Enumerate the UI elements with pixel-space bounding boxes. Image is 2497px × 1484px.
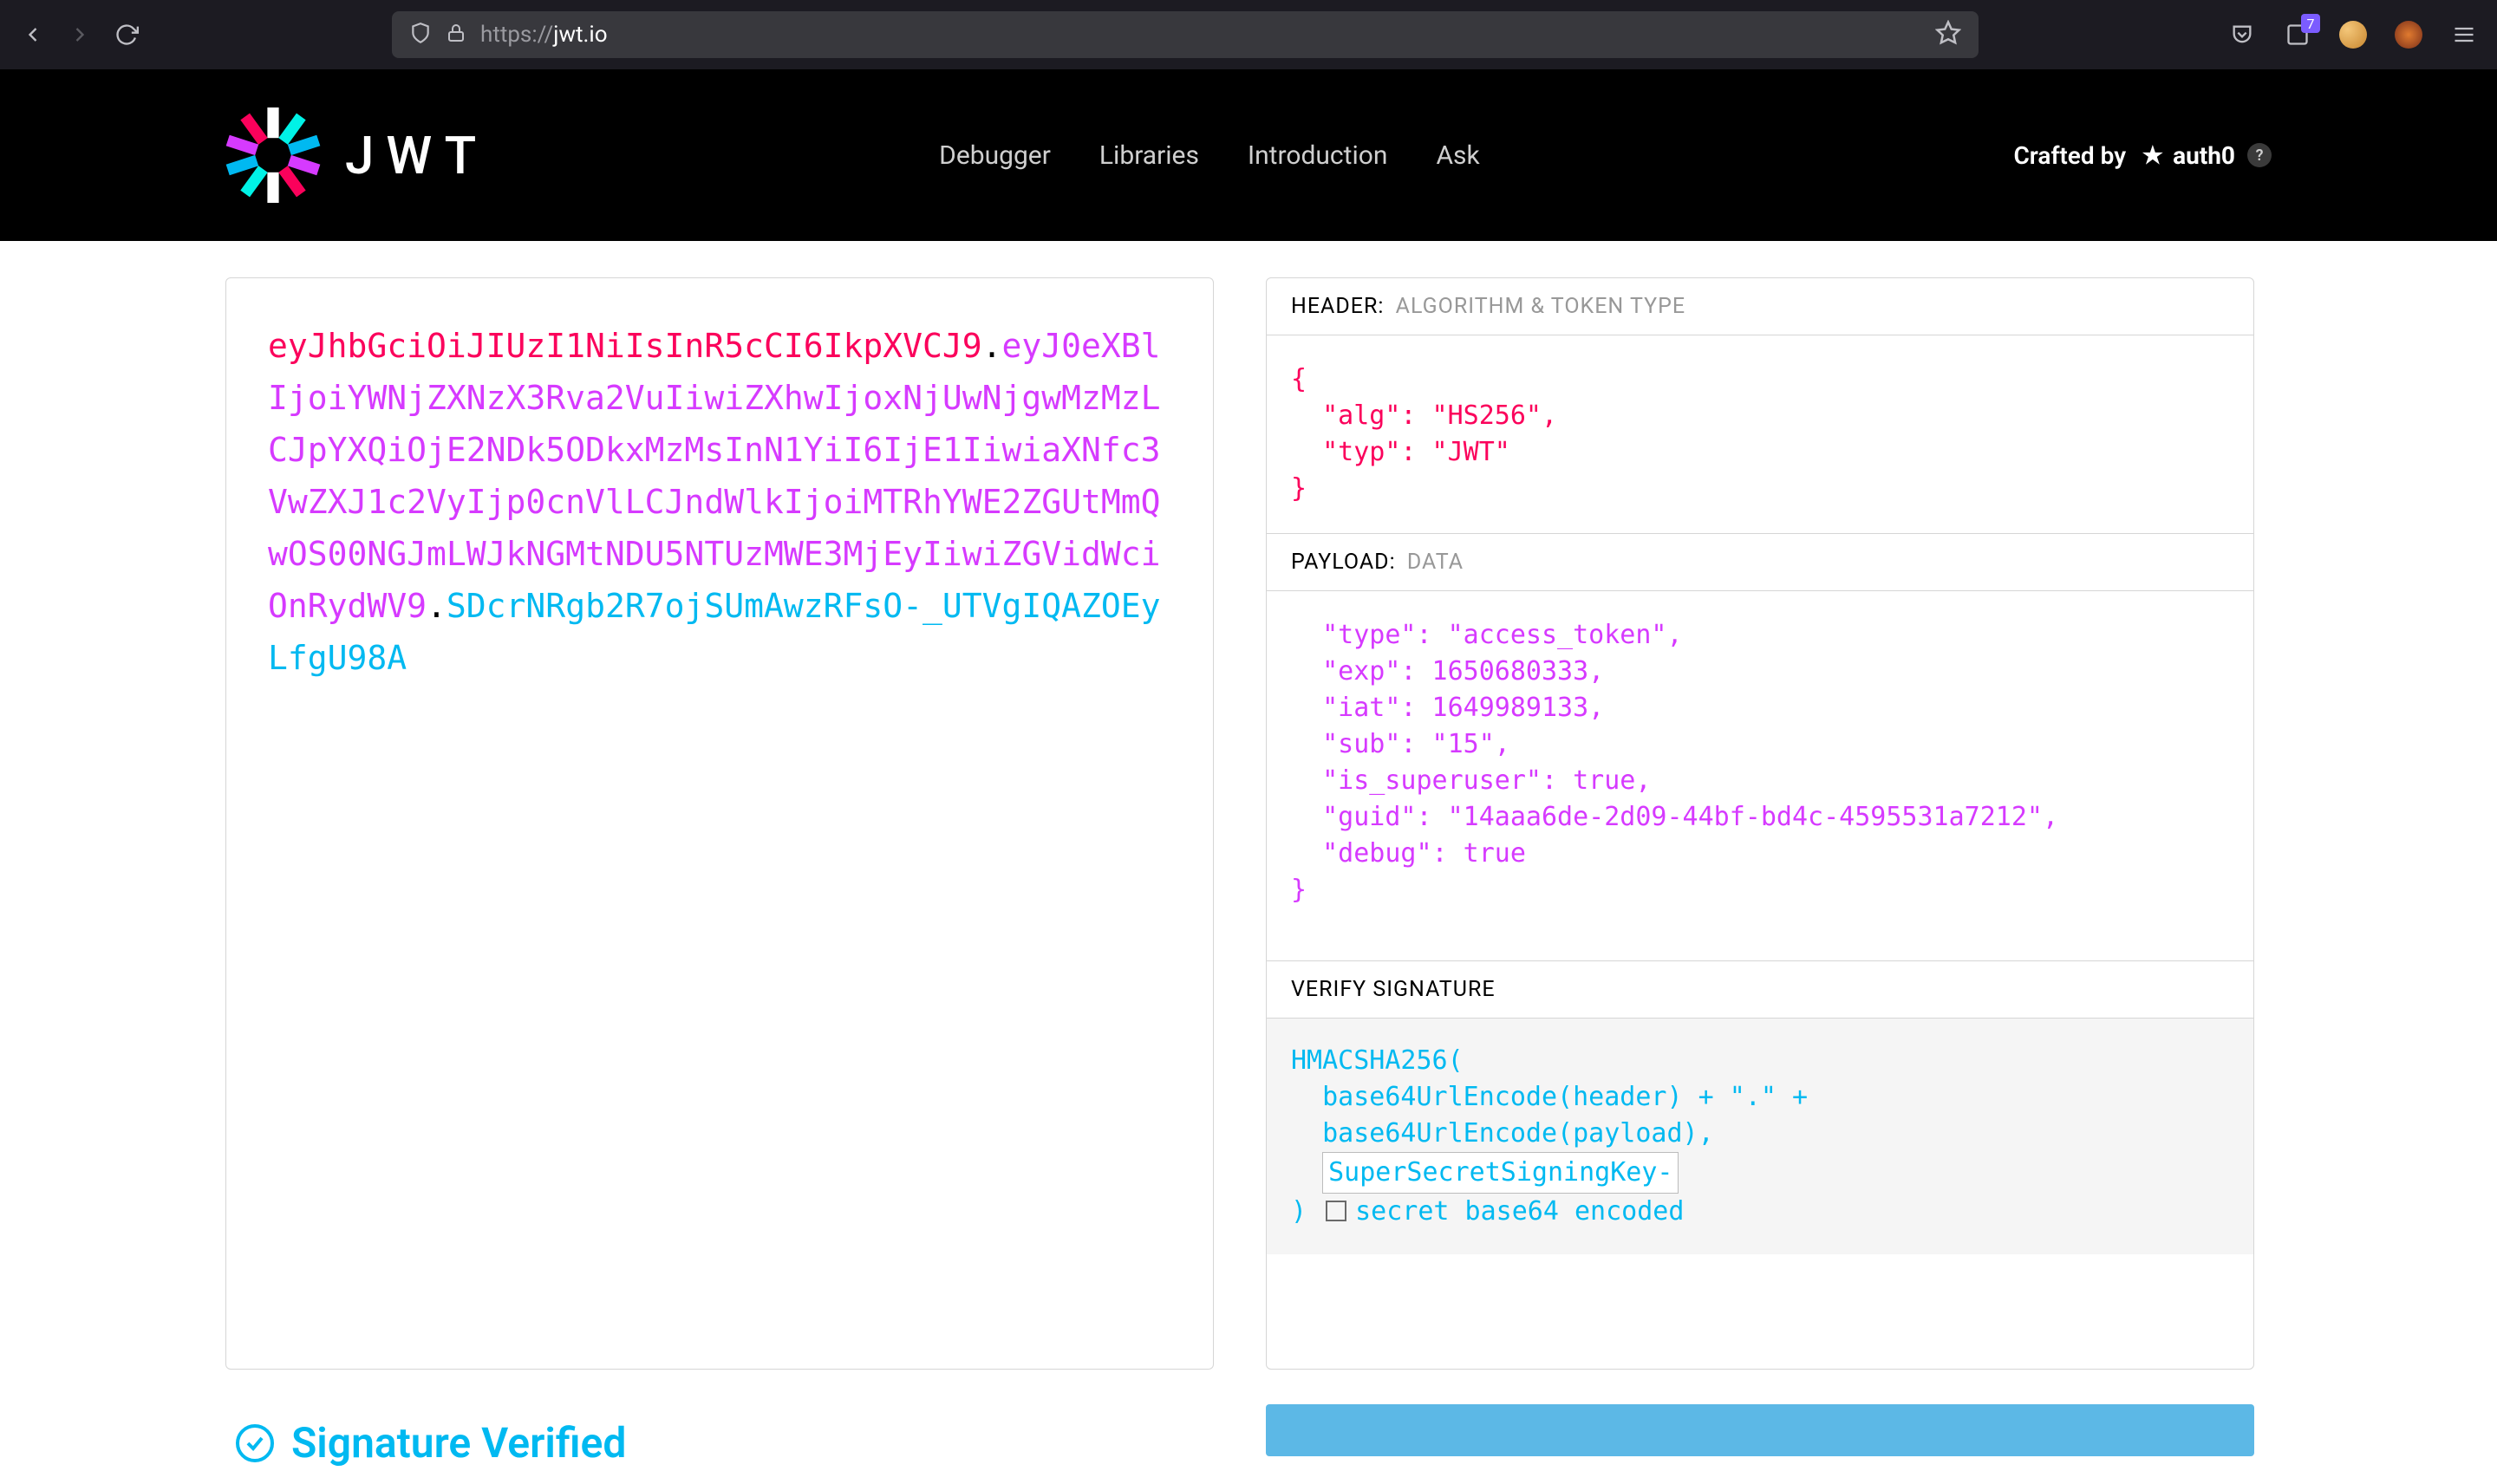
lock-icon — [446, 23, 466, 47]
token-payload-segment: eyJ0eXBlIjoiYWNjZXNzX3Rva2VuIiwiZXhwIjox… — [268, 327, 1161, 625]
nav-ask[interactable]: Ask — [1436, 140, 1479, 171]
reload-button[interactable] — [111, 19, 142, 50]
crafted-by-label: Crafted by — [2014, 141, 2127, 170]
decoded-payload-json[interactable]: "type": "access_token", "exp": 165068033… — [1267, 591, 2253, 961]
extensions-icon[interactable]: 7 — [2282, 19, 2313, 50]
jwt-logo-text: JWT — [345, 125, 488, 186]
payload-section-title: PAYLOAD: DATA — [1267, 534, 2253, 591]
share-jwt-button[interactable] — [1266, 1404, 2254, 1456]
shield-icon — [409, 22, 432, 48]
encoded-token-panel[interactable]: eyJhbGciOiJIUzI1NiIsInR5cCI6IkpXVCJ9.eyJ… — [225, 277, 1214, 1370]
debugger-content: eyJhbGciOiJIUzI1NiIsInR5cCI6IkpXVCJ9.eyJ… — [0, 241, 2497, 1370]
site-header: JWT Debugger Libraries Introduction Ask … — [0, 69, 2497, 241]
main-nav: Debugger Libraries Introduction Ask — [939, 140, 1480, 171]
browser-right-icons: 7 — [2226, 19, 2480, 50]
url-text: https://jwt.io — [480, 22, 1921, 48]
crafted-by: Crafted by auth0 ? — [2014, 140, 2272, 170]
decoded-header-json[interactable]: { "alg": "HS256", "typ": "JWT" } — [1267, 335, 2253, 534]
url-bar[interactable]: https://jwt.io — [392, 11, 1979, 58]
encoded-token-text[interactable]: eyJhbGciOiJIUzI1NiIsInR5cCI6IkpXVCJ9.eyJ… — [268, 320, 1171, 684]
nav-libraries[interactable]: Libraries — [1099, 140, 1199, 171]
header-section-title: HEADER: ALGORITHM & TOKEN TYPE — [1267, 278, 2253, 335]
bookmark-star-icon[interactable] — [1935, 20, 1961, 49]
extension-badge: 7 — [2301, 14, 2320, 33]
verify-section-title: VERIFY SIGNATURE — [1267, 961, 2253, 1019]
jwt-logo[interactable]: JWT — [225, 107, 488, 203]
hamburger-menu-icon[interactable] — [2448, 19, 2480, 50]
decoded-panel: HEADER: ALGORITHM & TOKEN TYPE { "alg": … — [1266, 277, 2254, 1370]
nav-debugger[interactable]: Debugger — [939, 140, 1051, 171]
auth0-logo[interactable]: auth0 — [2138, 140, 2235, 170]
jwt-logo-icon — [225, 107, 321, 203]
verify-signature-body: HMACSHA256( base64UrlEncode(header) + ".… — [1267, 1019, 2253, 1254]
browser-toolbar: https://jwt.io 7 — [0, 0, 2497, 69]
signature-verified-status: Signature Verified — [225, 1418, 1214, 1468]
nav-introduction[interactable]: Introduction — [1248, 140, 1387, 171]
forward-button[interactable] — [64, 19, 95, 50]
back-button[interactable] — [17, 19, 49, 50]
check-circle-icon — [234, 1422, 276, 1464]
help-icon[interactable]: ? — [2247, 143, 2272, 167]
profile-avatar-icon[interactable] — [2393, 19, 2424, 50]
pocket-icon[interactable] — [2226, 19, 2258, 50]
base64-checkbox-label[interactable]: secret base64 encoded — [1355, 1196, 1684, 1227]
token-header-segment: eyJhbGciOiJIUzI1NiIsInR5cCI6IkpXVCJ9 — [268, 327, 982, 365]
cookie-extension-icon[interactable] — [2337, 19, 2369, 50]
secret-input[interactable]: SuperSecretSigningKey- — [1322, 1152, 1679, 1194]
base64-checkbox[interactable] — [1326, 1201, 1346, 1221]
